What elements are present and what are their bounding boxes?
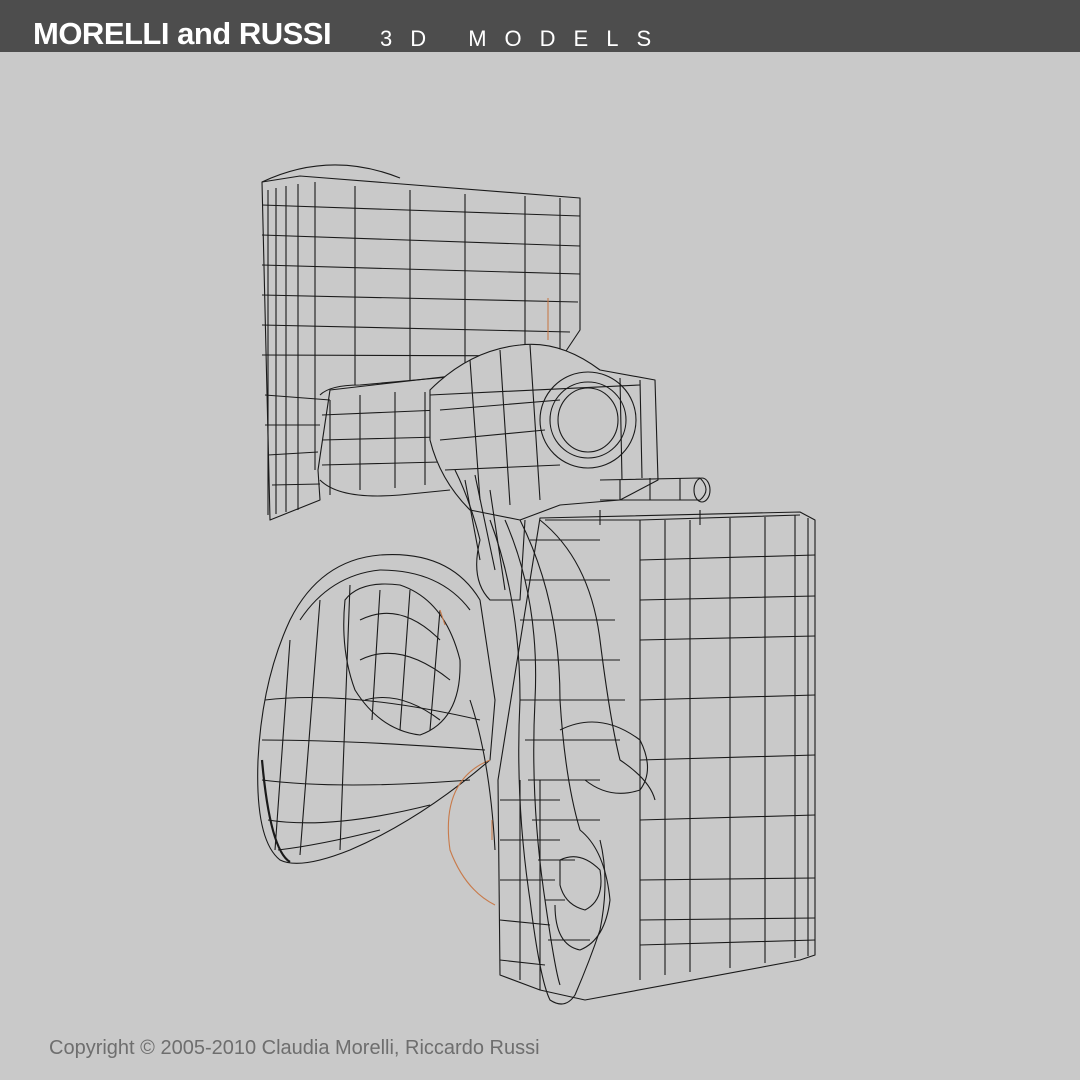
- header-bar: MORELLI and RUSSI 3D MODELS: [0, 0, 1080, 52]
- wireframe-mesh-icon: [257, 164, 816, 1005]
- right-box-mesh: [497, 510, 816, 1001]
- brand-tagline: 3D MODELS: [380, 26, 670, 51]
- lower-left-lobe-mesh: [257, 553, 496, 906]
- brand-name: MORELLI and RUSSI: [33, 16, 332, 51]
- wireframe-render: [257, 164, 816, 1005]
- copyright-notice: Copyright © 2005-2010 Claudia Morelli, R…: [49, 1037, 540, 1059]
